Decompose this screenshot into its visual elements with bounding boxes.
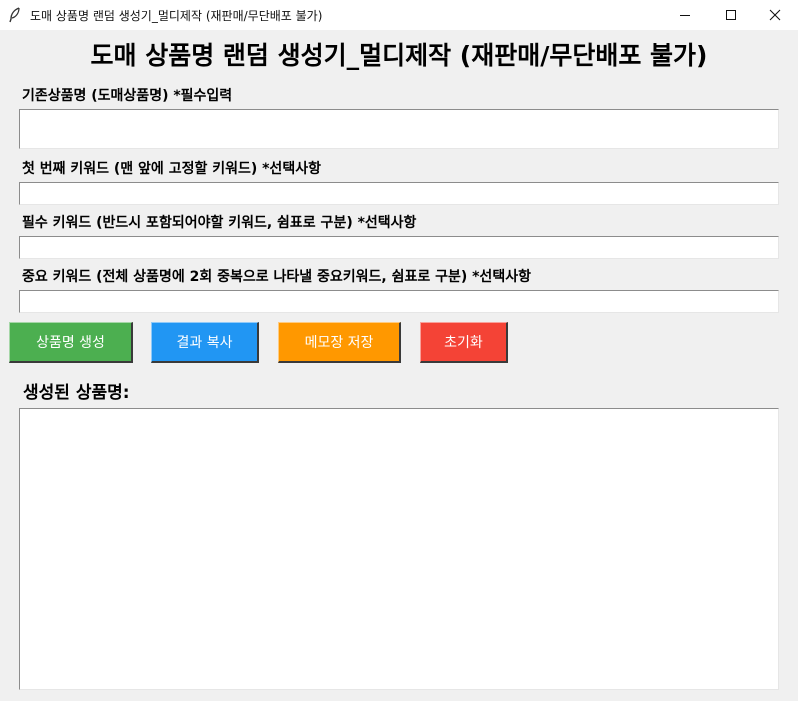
required-keywords-label: 필수 키워드 (반드시 포함되어야할 키워드, 쉼표로 구분) *선택사항 bbox=[22, 215, 417, 231]
maximize-icon bbox=[726, 10, 736, 20]
reset-button[interactable]: 초기화 bbox=[420, 322, 508, 363]
required-keywords-input[interactable] bbox=[19, 236, 779, 259]
title-bar: 도매 상품명 랜덤 생성기_멀디제작 (재판매/무단배포 불가) bbox=[0, 0, 798, 30]
close-icon bbox=[769, 9, 781, 21]
close-button[interactable] bbox=[752, 0, 798, 30]
original-name-input[interactable] bbox=[19, 109, 779, 149]
minimize-icon bbox=[680, 15, 690, 16]
important-keywords-input[interactable] bbox=[19, 290, 779, 313]
window-title: 도매 상품명 랜덤 생성기_멀디제작 (재판매/무단배포 불가) bbox=[30, 9, 323, 23]
important-keywords-label: 중요 키워드 (전체 상품명에 2회 중복으로 나타낼 중요키워드, 쉼표로 구… bbox=[22, 269, 531, 285]
generate-button[interactable]: 상품명 생성 bbox=[9, 322, 133, 363]
result-textarea[interactable] bbox=[19, 408, 779, 690]
maximize-button[interactable] bbox=[708, 0, 754, 30]
minimize-button[interactable] bbox=[662, 0, 708, 30]
original-name-label: 기존상품명 (도매상품명) *필수입력 bbox=[22, 88, 233, 104]
feather-icon bbox=[8, 7, 22, 23]
result-label: 생성된 상품명: bbox=[23, 383, 130, 403]
app-window: 도매 상품명 랜덤 생성기_멀디제작 (재판매/무단배포 불가) 도매 상품명 … bbox=[0, 0, 798, 701]
first-keyword-input[interactable] bbox=[19, 182, 779, 205]
copy-result-button[interactable]: 결과 복사 bbox=[151, 322, 259, 363]
save-notepad-button[interactable]: 메모장 저장 bbox=[278, 322, 401, 363]
first-keyword-label: 첫 번째 키워드 (맨 앞에 고정할 키워드) *선택사항 bbox=[22, 161, 321, 177]
page-title: 도매 상품명 랜덤 생성기_멀디제작 (재판매/무단배포 불가) bbox=[90, 41, 708, 70]
